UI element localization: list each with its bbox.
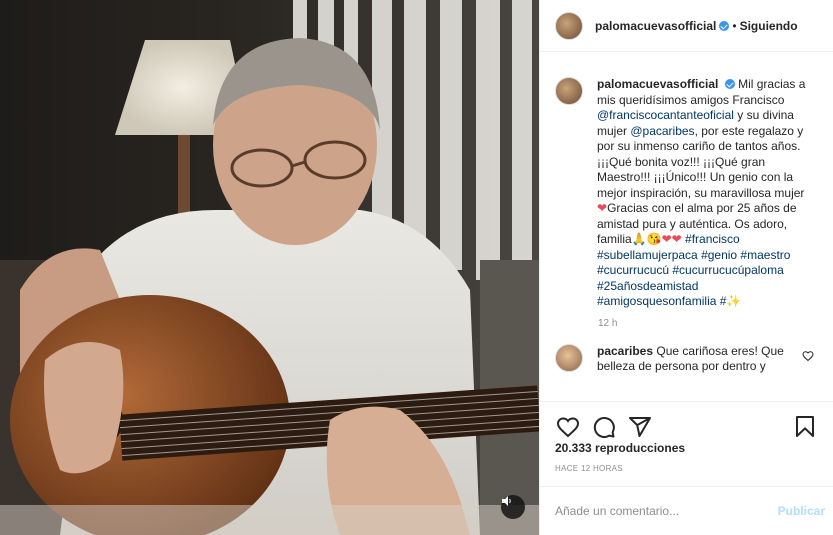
- mention-link[interactable]: @pacaribes: [630, 124, 694, 138]
- heart-icon: [556, 416, 580, 437]
- views-count[interactable]: 20.333 reproducciones: [555, 441, 685, 455]
- speaker-icon: [502, 496, 511, 506]
- post-timestamp[interactable]: HACE 12 HORAS: [555, 464, 623, 473]
- following-button[interactable]: Siguiendo: [740, 19, 798, 33]
- verified-badge-icon: [724, 79, 735, 89]
- caption-row: palomacuevasofficial Mil gracias a mis q…: [555, 77, 818, 310]
- comment-username[interactable]: pacaribes: [597, 344, 653, 358]
- comment-input[interactable]: [555, 504, 778, 518]
- comment-icon: [593, 416, 615, 438]
- caption-text: palomacuevasofficial Mil gracias a mis q…: [597, 77, 810, 310]
- post-side-panel: palomacuevasofficial • Siguiendo palomac…: [539, 0, 833, 535]
- save-button[interactable]: [792, 414, 818, 440]
- avatar[interactable]: [555, 343, 583, 372]
- comment-text: pacaribes Que cariñosa eres! Que belleza…: [597, 344, 797, 375]
- video-frame: [0, 0, 539, 535]
- post-dialog: palomacuevasofficial • Siguiendo palomac…: [0, 0, 833, 535]
- mention-link[interactable]: @franciscocantanteoficial: [597, 108, 734, 122]
- share-button[interactable]: [627, 414, 653, 440]
- avatar[interactable]: [555, 77, 583, 105]
- share-icon: [629, 416, 651, 437]
- post-comment-button[interactable]: Publicar: [778, 504, 825, 518]
- header-username[interactable]: palomacuevasofficial: [595, 19, 716, 33]
- comment-like-icon[interactable]: [802, 350, 814, 362]
- action-bar: [540, 401, 833, 443]
- avatar[interactable]: [555, 11, 583, 40]
- comments-list[interactable]: palomacuevasofficial Mil gracias a mis q…: [540, 53, 833, 401]
- emoji-group: 🙏😘❤❤: [631, 232, 682, 246]
- mute-button[interactable]: [501, 495, 525, 519]
- caption-time[interactable]: 12 h: [598, 318, 818, 329]
- add-comment-bar: Publicar: [540, 486, 833, 535]
- comment-row: pacaribes Que cariñosa eres! Que belleza…: [555, 343, 818, 375]
- verified-badge-icon: [719, 20, 730, 31]
- comment-button[interactable]: [591, 414, 617, 440]
- post-header: palomacuevasofficial • Siguiendo: [540, 0, 833, 52]
- like-button[interactable]: [555, 414, 581, 440]
- heart-emoji: ❤: [597, 201, 608, 215]
- bookmark-icon: [796, 415, 814, 437]
- separator-dot: •: [732, 18, 737, 33]
- caption-username[interactable]: palomacuevasofficial: [597, 77, 718, 91]
- video-player[interactable]: [0, 0, 539, 535]
